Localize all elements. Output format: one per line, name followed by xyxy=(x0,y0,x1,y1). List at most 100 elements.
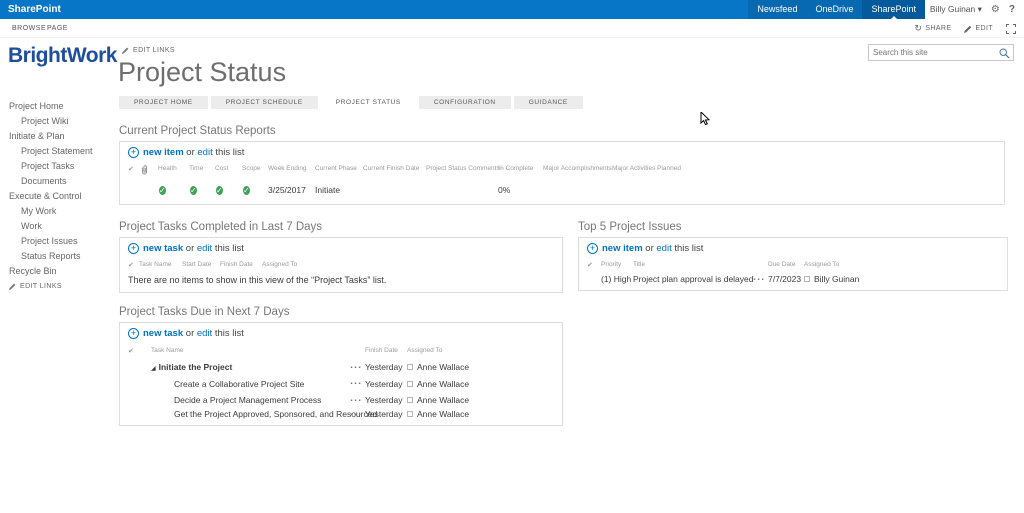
ellipsis-menu-icon[interactable]: ··· xyxy=(753,275,768,284)
project-tabs: PROJECT HOME PROJECT SCHEDULE PROJECT ST… xyxy=(119,96,1009,109)
ellipsis-menu-icon[interactable]: ··· xyxy=(350,410,365,419)
edit-list-link[interactable]: edit xyxy=(197,328,212,339)
tab-guidance[interactable]: GUIDANCE xyxy=(514,96,583,109)
group-expand-icon[interactable]: ◢ xyxy=(151,365,156,372)
add-icon[interactable]: + xyxy=(128,147,139,158)
ellipsis-menu-icon[interactable]: ··· xyxy=(350,379,365,388)
col-current-phase[interactable]: Current Phase xyxy=(315,165,363,177)
select-all-icon[interactable]: ✔ xyxy=(587,261,601,269)
task-row[interactable]: Decide a Project Management Process ··· … xyxy=(120,392,562,409)
tab-project-schedule[interactable]: PROJECT SCHEDULE xyxy=(211,96,318,109)
task-group-row[interactable]: ◢Initiate the Project ··· Yesterday Anne… xyxy=(120,359,562,376)
col-project-status-comments[interactable]: Project Status Comments xyxy=(426,165,498,177)
edit-links-sidebar[interactable]: EDIT LINKS xyxy=(9,283,62,290)
new-item-link[interactable]: new item xyxy=(143,147,184,158)
help-icon[interactable]: ? xyxy=(1009,4,1015,15)
col-assigned-to[interactable]: Assigned To xyxy=(262,261,342,269)
brightwork-logo[interactable]: BrightWork xyxy=(8,44,117,68)
edit-list-link[interactable]: edit xyxy=(197,147,212,158)
col-assigned-to[interactable]: Assigned To xyxy=(407,347,517,355)
col-current-finish-date[interactable]: Current Finish Date xyxy=(363,165,426,177)
sidebar-item-execute-control[interactable]: Execute & Control xyxy=(9,189,117,204)
col-priority[interactable]: Priority xyxy=(601,261,633,269)
new-item-link[interactable]: new item xyxy=(602,243,643,254)
gear-icon[interactable]: ⚙ xyxy=(991,0,1000,19)
select-all-icon[interactable]: ✔ xyxy=(128,347,139,355)
edit-links-top[interactable]: EDIT LINKS xyxy=(122,47,175,54)
ribbon-tab-page[interactable]: PAGE xyxy=(47,19,68,38)
edit-button[interactable]: EDIT xyxy=(964,25,993,33)
col-task-name[interactable]: Task Name xyxy=(139,347,350,355)
add-icon[interactable]: + xyxy=(128,243,139,254)
task-name[interactable]: Initiate the Project xyxy=(159,362,233,372)
focus-mode-button[interactable] xyxy=(1006,24,1016,34)
search-box xyxy=(868,44,1014,61)
sidebar-item-my-work[interactable]: My Work xyxy=(9,204,117,219)
col-finish-date[interactable]: Finish Date xyxy=(365,347,407,355)
tab-project-home[interactable]: PROJECT HOME xyxy=(119,96,208,109)
tab-configuration[interactable]: CONFIGURATION xyxy=(419,96,511,109)
col-title[interactable]: Title xyxy=(633,261,753,269)
attachment-icon xyxy=(141,165,158,177)
col-assigned-to[interactable]: Assigned To xyxy=(804,261,924,269)
col-finish-date[interactable]: Finish Date xyxy=(220,261,262,269)
task-assigned-to: Anne Wallace xyxy=(407,409,517,419)
status-report-row[interactable]: ✓ ✓ ✓ ✓ 3/25/2017 Initiate 0% xyxy=(120,180,1004,204)
col-cost[interactable]: Cost xyxy=(215,165,242,177)
task-row[interactable]: Create a Collaborative Project Site ··· … xyxy=(120,376,562,393)
sidebar-item-status-reports[interactable]: Status Reports xyxy=(9,249,117,264)
col-scope[interactable]: Scope xyxy=(242,165,268,177)
ellipsis-menu-icon[interactable]: ··· xyxy=(350,363,365,372)
status-reports-header-row: ✔ Health Time Cost Scope Week Ending Cur… xyxy=(120,162,1004,180)
health-ok-icon: ✓ xyxy=(159,186,166,195)
col-health[interactable]: Health xyxy=(158,165,189,177)
new-task-link[interactable]: new task xyxy=(143,243,183,254)
sidebar-item-project-tasks[interactable]: Project Tasks xyxy=(9,159,117,174)
ribbon-tab-browse[interactable]: BROWSE xyxy=(12,19,46,38)
task-row[interactable]: Get the Project Approved, Sponsored, and… xyxy=(120,409,562,426)
sidebar-item-project-wiki[interactable]: Project Wiki xyxy=(9,114,117,129)
select-all-icon[interactable]: ✔ xyxy=(128,261,139,269)
col-week-ending[interactable]: Week Ending xyxy=(268,165,315,177)
task-name[interactable]: Create a Collaborative Project Site xyxy=(139,379,350,389)
chevron-down-icon: ▾ xyxy=(978,5,982,15)
search-icon[interactable] xyxy=(999,48,1010,59)
task-assigned-to: Anne Wallace xyxy=(407,362,517,372)
col-major-activities-planned[interactable]: Major Activities Planned xyxy=(612,165,712,177)
sidebar-item-documents[interactable]: Documents xyxy=(9,174,117,189)
user-menu[interactable]: Billy Guinan ▾ xyxy=(930,4,982,15)
cost-ok-icon: ✓ xyxy=(216,186,223,195)
col-task-name[interactable]: Task Name xyxy=(139,261,182,269)
suite-link-onedrive[interactable]: OneDrive xyxy=(806,0,862,19)
col-time[interactable]: Time xyxy=(189,165,215,177)
suite-bar: SharePoint Newsfeed OneDrive SharePoint … xyxy=(0,0,1024,19)
col-start-date[interactable]: Start Date xyxy=(182,261,220,269)
ellipsis-menu-icon[interactable]: ··· xyxy=(350,396,365,405)
sidebar-item-work[interactable]: Work xyxy=(9,219,117,234)
new-task-link[interactable]: new task xyxy=(143,328,183,339)
suite-link-newsfeed[interactable]: Newsfeed xyxy=(748,0,806,19)
task-name[interactable]: Get the Project Approved, Sponsored, and… xyxy=(139,409,350,419)
sidebar-item-project-statement[interactable]: Project Statement xyxy=(9,144,117,159)
search-input[interactable] xyxy=(873,46,997,59)
scope-ok-icon: ✓ xyxy=(243,186,250,195)
add-icon[interactable]: + xyxy=(587,243,598,254)
week-ending-value: 3/25/2017 xyxy=(268,185,315,195)
col-major-accomplishments[interactable]: Major Accomplishments xyxy=(543,165,612,177)
task-name[interactable]: Decide a Project Management Process xyxy=(139,395,350,405)
suite-link-sharepoint[interactable]: SharePoint xyxy=(862,0,925,19)
issue-row[interactable]: (1) High Project plan approval is delaye… xyxy=(579,272,1007,290)
sidebar-item-recycle-bin[interactable]: Recycle Bin xyxy=(9,264,117,279)
tab-project-status[interactable]: PROJECT STATUS xyxy=(321,96,416,109)
sidebar-item-project-home[interactable]: Project Home xyxy=(9,99,117,114)
col-percent-complete[interactable]: % Complete xyxy=(498,165,543,177)
edit-list-link[interactable]: edit xyxy=(656,243,671,254)
share-button[interactable]: ↻SHARE xyxy=(914,24,951,34)
add-icon[interactable]: + xyxy=(128,328,139,339)
issue-title[interactable]: Project plan approval is delayed xyxy=(633,274,753,284)
col-due-date[interactable]: Due Date xyxy=(768,261,804,269)
edit-list-link[interactable]: edit xyxy=(197,243,212,254)
sidebar-item-initiate-plan[interactable]: Initiate & Plan xyxy=(9,129,117,144)
select-all-icon[interactable]: ✔ xyxy=(128,165,141,177)
sidebar-item-project-issues[interactable]: Project Issues xyxy=(9,234,117,249)
